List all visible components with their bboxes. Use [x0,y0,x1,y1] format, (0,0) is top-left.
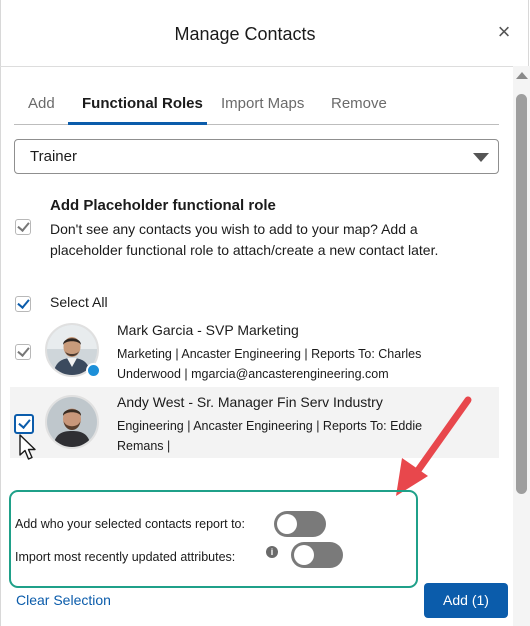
annotation-arrow-icon [396,396,472,496]
contact-name: Mark Garcia - SVP Marketing [117,322,299,338]
contact-meta-line1: Marketing | Ancaster Engineering | Repor… [117,347,422,361]
import-attributes-label: Import most recently updated attributes: [15,550,236,564]
tab-remove[interactable]: Remove [331,95,387,112]
placeholder-description: Don't see any contacts you wish to add t… [50,221,439,258]
contact-checkbox[interactable] [15,344,31,360]
placeholder-title: Add Placeholder functional role [50,197,276,214]
mouse-pointer-icon [19,434,36,460]
contact-meta-line2: Remans | [117,439,171,453]
functional-role-select[interactable]: Trainer [14,139,499,174]
select-all-label: Select All [50,294,108,310]
contact-meta-line1: Engineering | Ancaster Engineering | Rep… [117,419,423,433]
add-button[interactable]: Add (1) [424,583,508,618]
clear-selection-link[interactable]: Clear Selection [16,592,111,608]
contact-meta-line2: Underwood | mgarcia@ancasterengineering.… [117,367,389,381]
info-icon[interactable]: i [266,546,278,558]
scrollbar-thumb[interactable] [516,94,527,494]
chevron-down-icon [473,153,489,162]
salesforce-badge-icon [86,363,101,378]
dialog-title: Manage Contacts [174,24,316,44]
tab-functional-roles[interactable]: Functional Roles [82,95,203,112]
avatar [45,395,99,449]
tab-add[interactable]: Add [28,95,55,112]
close-icon[interactable]: × [492,20,516,44]
import-attributes-toggle[interactable] [291,542,343,568]
active-tab-indicator [68,122,207,125]
header-divider [0,66,515,67]
contact-checkbox[interactable] [14,414,34,434]
placeholder-checkbox[interactable] [15,219,31,235]
report-to-label: Add who your selected contacts report to… [15,517,245,531]
highlight-box [9,490,418,588]
contact-name: Andy West - Sr. Manager Fin Serv Industr… [117,394,383,410]
tab-import-maps[interactable]: Import Maps [221,95,304,112]
select-value: Trainer [30,148,77,165]
scroll-up-icon[interactable] [516,72,528,79]
select-all-checkbox[interactable] [15,296,31,312]
report-to-toggle[interactable] [274,511,326,537]
